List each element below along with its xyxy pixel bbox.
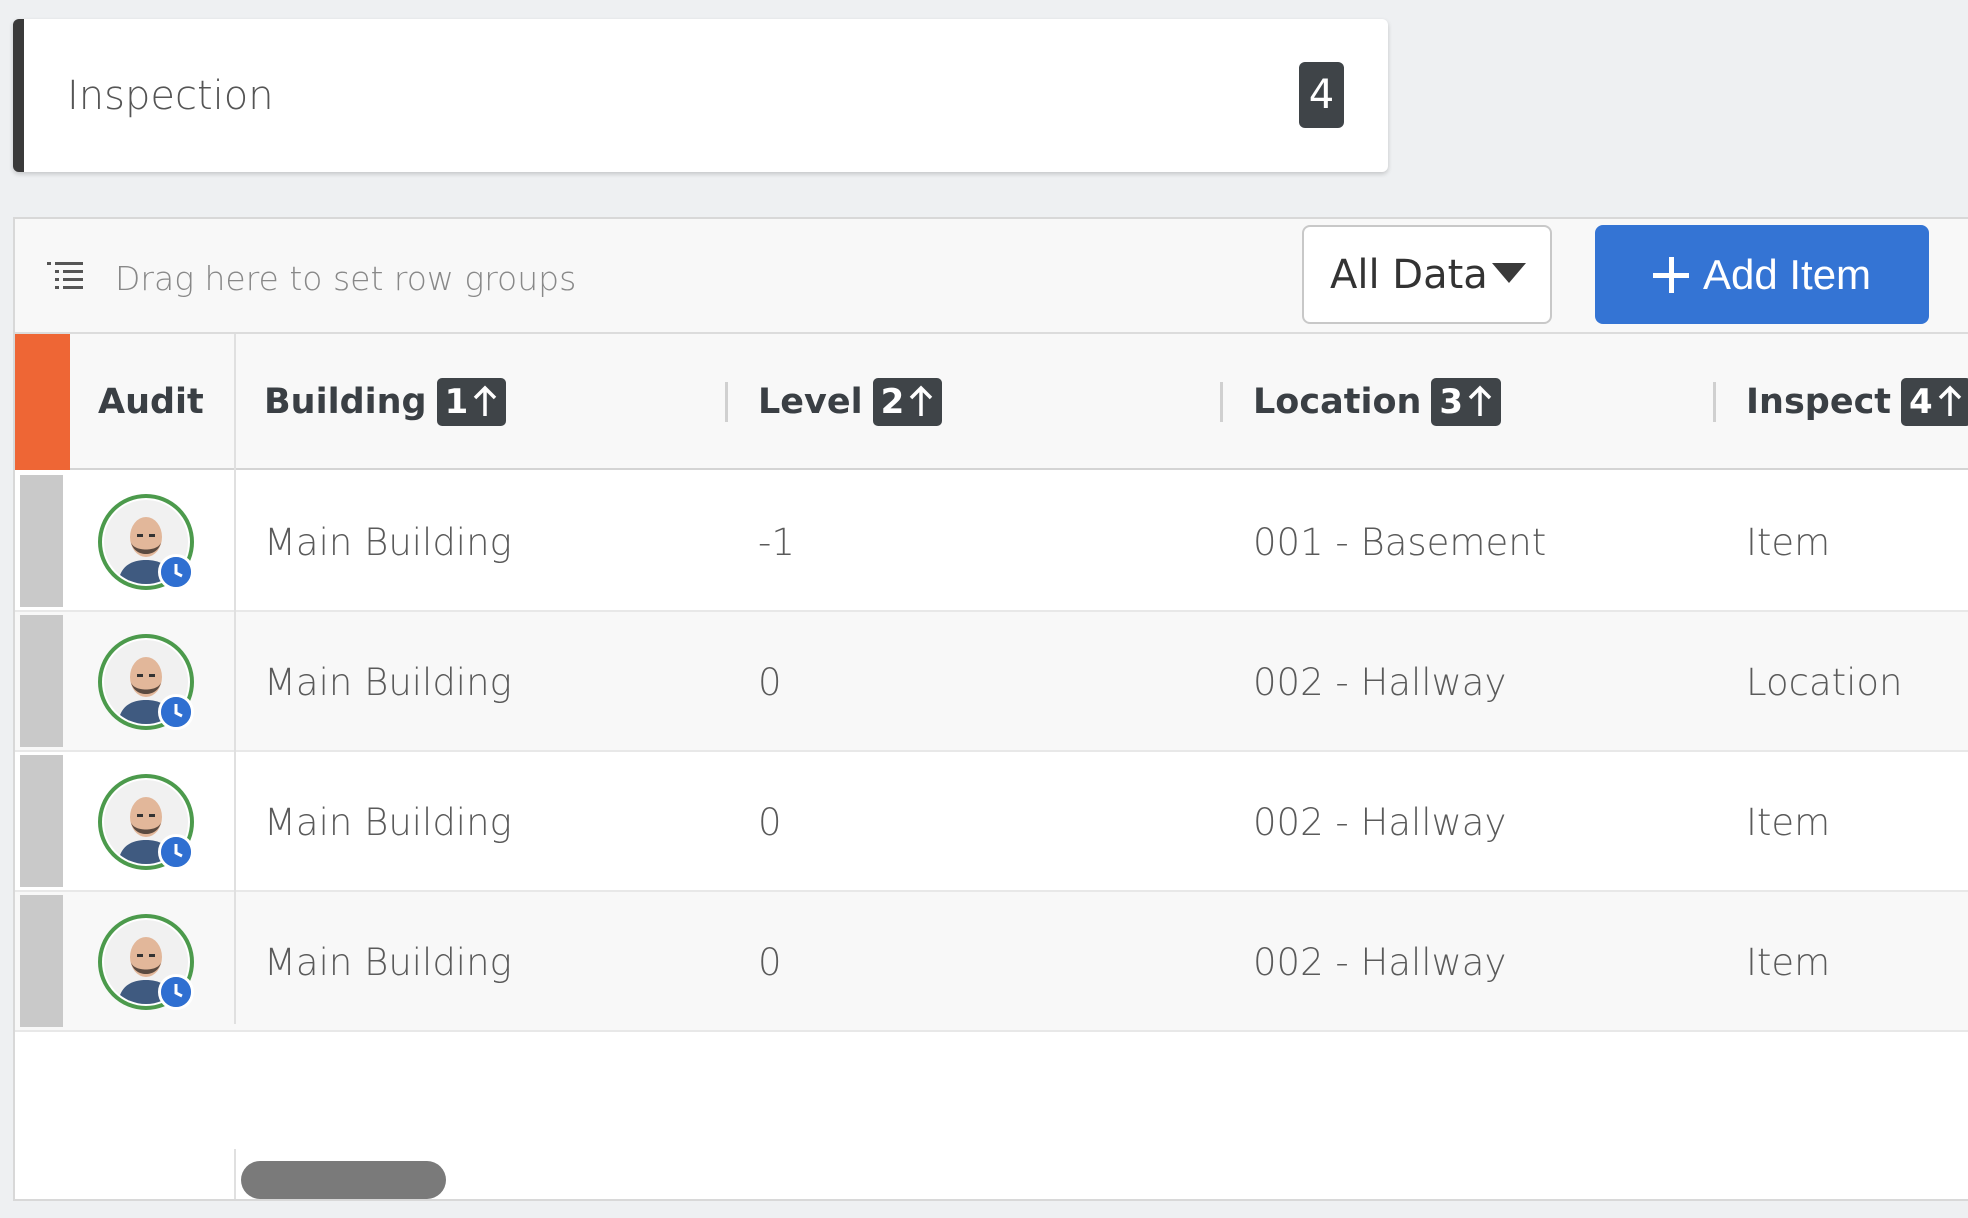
row-drag-handle[interactable]	[20, 895, 63, 1027]
column-resize-handle[interactable]	[1220, 382, 1223, 422]
cell-building: Main Building	[264, 660, 512, 704]
row-drag-handle[interactable]	[20, 755, 63, 887]
row-drag-handle[interactable]	[20, 615, 63, 747]
horizontal-scrollbar[interactable]	[234, 1149, 1968, 1199]
scrollbar-thumb[interactable]	[241, 1161, 446, 1199]
avatar[interactable]	[98, 914, 194, 1010]
column-label: Location	[1253, 382, 1422, 422]
cell-building: Main Building	[264, 940, 512, 984]
column-header-inspect[interactable]: Inspect 4	[1746, 334, 1968, 470]
table-row[interactable]: Main Building 0 002 - Hallway Location	[15, 612, 1968, 752]
plus-icon	[1652, 256, 1689, 293]
count-badge: 4	[1299, 62, 1344, 128]
sort-order: 4	[1909, 382, 1933, 422]
cell-building: Main Building	[264, 520, 512, 564]
column-header-location[interactable]: Location 3	[1253, 334, 1502, 470]
page-title: Inspection	[67, 72, 274, 119]
column-resize-handle[interactable]	[1713, 382, 1716, 422]
column-header-building[interactable]: Building 1	[264, 334, 507, 470]
arrow-up-icon	[1468, 385, 1492, 416]
column-label: Audit	[98, 382, 204, 422]
clock-icon	[158, 554, 194, 590]
cell-inspect: Item	[1746, 520, 1831, 564]
clock-icon	[158, 974, 194, 1010]
clock-icon	[158, 694, 194, 730]
cell-location: 001 - Basement	[1253, 520, 1547, 564]
cell-level: 0	[758, 660, 782, 704]
avatar[interactable]	[98, 774, 194, 870]
add-item-button[interactable]: Add Item	[1595, 225, 1929, 324]
inspection-header-card: Inspection 4	[13, 19, 1388, 172]
avatar[interactable]	[98, 634, 194, 730]
table-body: Main Building -1 001 - Basement Item Mai…	[15, 472, 1968, 1032]
sort-order: 2	[880, 382, 905, 422]
table-row[interactable]: Main Building -1 001 - Basement Item	[15, 472, 1968, 612]
cell-location: 002 - Hallway	[1253, 660, 1507, 704]
column-label: Building	[264, 382, 427, 422]
clock-icon	[158, 834, 194, 870]
sort-badge: 3	[1431, 378, 1502, 426]
cell-building: Main Building	[264, 800, 512, 844]
sort-order: 3	[1439, 382, 1464, 422]
column-label: Inspect	[1746, 382, 1892, 422]
sort-badge: 4	[1901, 378, 1968, 426]
cell-inspect: Location	[1746, 660, 1903, 704]
arrow-up-icon	[474, 385, 497, 416]
cell-level: -1	[758, 520, 795, 564]
row-drag-handle[interactable]	[20, 475, 63, 607]
column-divider	[234, 334, 236, 1024]
sort-badge: 2	[872, 378, 943, 426]
cell-location: 002 - Hallway	[1253, 800, 1507, 844]
table-header: Audit Building 1 Level 2 Location 3 Insp…	[15, 334, 1968, 470]
column-header-level[interactable]: Level 2	[758, 334, 943, 470]
sort-order: 1	[444, 382, 469, 422]
column-label: Level	[758, 382, 863, 422]
add-item-label: Add Item	[1702, 250, 1872, 298]
caret-down-icon	[1492, 263, 1526, 283]
data-grid: Drag here to set row groups All Data Add…	[13, 217, 1968, 1201]
data-filter-value: All Data	[1330, 251, 1488, 298]
data-filter-select[interactable]: All Data	[1302, 225, 1552, 324]
cell-inspect: Item	[1746, 940, 1831, 984]
cell-level: 0	[758, 940, 782, 984]
grid-toolbar: Drag here to set row groups All Data Add…	[15, 219, 1968, 334]
column-header-audit[interactable]: Audit	[98, 334, 204, 470]
table-row[interactable]: Main Building 0 002 - Hallway Item	[15, 752, 1968, 892]
avatar[interactable]	[98, 494, 194, 590]
arrow-up-icon	[910, 385, 933, 416]
column-resize-handle[interactable]	[725, 382, 728, 422]
row-group-icon	[47, 262, 83, 289]
header-status-bar	[15, 334, 70, 470]
sort-badge: 1	[436, 378, 507, 426]
cell-level: 0	[758, 800, 782, 844]
table-row[interactable]: Main Building 0 002 - Hallway Item	[15, 892, 1968, 1032]
arrow-up-icon	[1938, 385, 1961, 416]
row-group-drop-zone[interactable]: Drag here to set row groups	[115, 259, 576, 298]
cell-location: 002 - Hallway	[1253, 940, 1507, 984]
cell-inspect: Item	[1746, 800, 1831, 844]
